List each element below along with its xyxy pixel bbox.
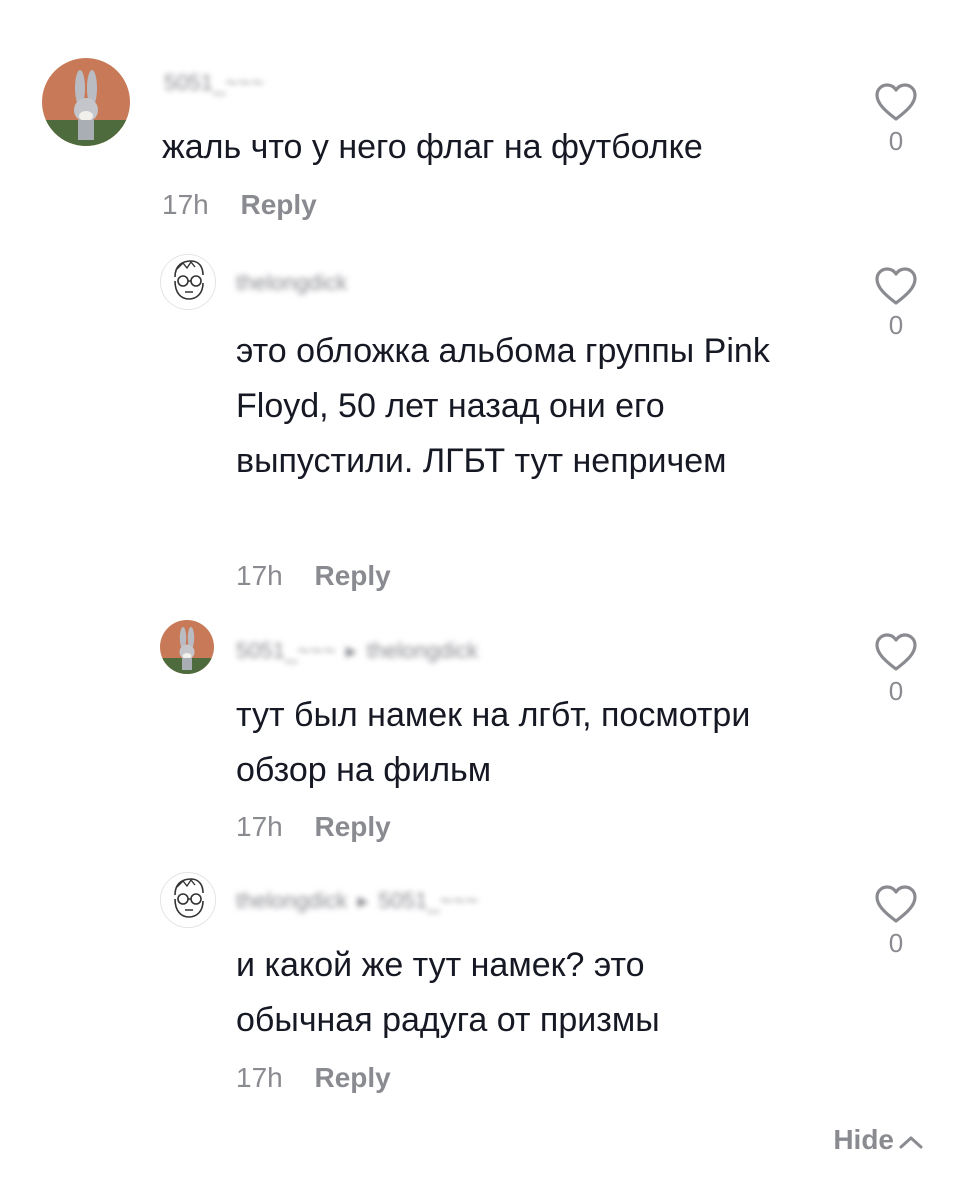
avatar[interactable]	[160, 872, 216, 928]
comment-timestamp: 17h	[236, 1062, 283, 1093]
comment-meta: 17h Reply	[236, 811, 391, 843]
comment-text: и какой же тут намек? это обычная радуга…	[236, 946, 660, 1039]
reply-button[interactable]: Reply	[315, 1062, 391, 1093]
chevron-up-icon	[899, 1136, 923, 1149]
hide-replies-button[interactable]: Hide	[833, 1124, 924, 1156]
comment-username[interactable]: 5051_~~~	[164, 70, 264, 96]
heart-icon	[875, 267, 917, 305]
like-count: 0	[888, 676, 904, 706]
like-button[interactable]: 0	[866, 884, 926, 959]
comment-text: тут был намек на лгбт, посмотри обзор на…	[236, 696, 751, 789]
comment-timestamp: 17h	[236, 811, 283, 842]
avatar[interactable]	[42, 58, 130, 146]
comment-username[interactable]: thelongdick ▸ 5051_~~~	[236, 888, 478, 914]
reply-button[interactable]: Reply	[241, 189, 317, 220]
comment-username[interactable]: 5051_~~~ ▸ thelongdick	[236, 638, 478, 664]
bunny-avatar-icon	[42, 58, 130, 146]
comment-timestamp: 17h	[162, 189, 209, 220]
comment-text: это обложка альбома группы Pink Floyd, 5…	[236, 332, 770, 480]
avatar[interactable]	[160, 254, 216, 310]
heart-icon	[875, 885, 917, 923]
comment-timestamp: 17h	[236, 560, 283, 591]
like-button[interactable]: 0	[866, 82, 926, 157]
reply-button[interactable]: Reply	[315, 560, 391, 591]
heart-icon	[875, 83, 917, 121]
reply-arrow-icon: ▸	[345, 638, 357, 663]
avatar[interactable]	[160, 620, 214, 674]
like-count: 0	[888, 928, 904, 958]
reply-button[interactable]: Reply	[315, 811, 391, 842]
like-button[interactable]: 0	[866, 266, 926, 341]
comment-text: жаль что у него флаг на футболке	[162, 128, 703, 166]
like-button[interactable]: 0	[866, 632, 926, 707]
bunny-avatar-icon	[160, 620, 214, 674]
like-count: 0	[888, 126, 904, 156]
reply-arrow-icon: ▸	[357, 888, 369, 913]
hide-label: Hide	[833, 1124, 894, 1155]
comment-meta: 17h Reply	[162, 189, 317, 221]
like-count: 0	[888, 310, 904, 340]
comment-meta: 17h Reply	[236, 560, 391, 592]
comment-username[interactable]: thelongdick	[236, 270, 347, 296]
glasses-man-avatar-icon	[161, 873, 215, 927]
glasses-man-avatar-icon	[161, 255, 215, 309]
comment-meta: 17h Reply	[236, 1062, 391, 1094]
heart-icon	[875, 633, 917, 671]
